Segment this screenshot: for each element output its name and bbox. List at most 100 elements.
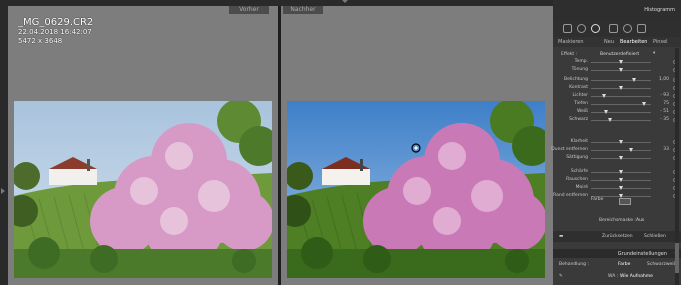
slider-label: Dunst entfernen — [551, 147, 588, 152]
slider-value[interactable]: 75 — [663, 101, 669, 106]
radial-filter-icon[interactable] — [623, 24, 632, 33]
slider-label: Tönung — [571, 67, 588, 72]
slider-row[interactable]: Rand entfernen — [553, 192, 681, 200]
slider-row[interactable]: Lichter - 93 — [553, 92, 681, 100]
mask-action-bar: ▬ Zurücksetzen Schließen — [553, 231, 681, 242]
before-label: Vorher — [229, 6, 269, 14]
wb-select[interactable]: Wie Aufnahme — [620, 274, 653, 279]
wb-eyedropper-icon[interactable]: ✎ — [559, 274, 563, 279]
slider-knob[interactable] — [619, 68, 623, 72]
slider-label: Kontrast — [569, 85, 588, 90]
slider-value[interactable]: 1,00 — [659, 77, 669, 82]
slider-row[interactable]: Tiefen 75 — [553, 100, 681, 108]
file-info-overlay: _MG_0629.CR2 22.04.2018 16:42:07 5472 x … — [18, 17, 93, 46]
mode-brush[interactable]: Pinsel — [653, 39, 668, 45]
before-photo — [14, 101, 272, 278]
left-panel-toggle[interactable] — [0, 0, 8, 285]
slider-label: Moiré — [575, 185, 588, 190]
red-eye-icon[interactable] — [591, 24, 600, 33]
slider-row[interactable]: Klarheit — [553, 138, 681, 146]
wb-label: WA : — [608, 274, 619, 279]
before-view: Vorher _MG_0629.CR2 22.04.2018 16:42:07 … — [8, 6, 278, 285]
crop-icon[interactable] — [563, 24, 572, 33]
slider-track[interactable] — [591, 112, 651, 113]
slider-label: Rauschen — [566, 177, 588, 182]
slider-row[interactable]: Sättigung — [553, 154, 681, 162]
range-mask-select[interactable]: Aus — [636, 218, 644, 223]
tool-strip — [553, 20, 681, 37]
develop-panel: Histogramm Maskieren Neu Bearbeiten Pins… — [551, 0, 681, 285]
slider-knob[interactable] — [619, 86, 623, 90]
chevron-down-icon[interactable]: ▾ — [653, 51, 655, 56]
slider-row[interactable]: Temp. — [553, 58, 681, 66]
slider-value[interactable]: - 51 — [660, 109, 669, 114]
slider-track[interactable] — [591, 120, 651, 121]
slider-track[interactable] — [591, 80, 651, 81]
slider-track[interactable] — [591, 150, 651, 151]
scrollbar-thumb[interactable] — [675, 243, 679, 273]
file-name: _MG_0629.CR2 — [18, 17, 94, 28]
mode-new[interactable]: Neu — [604, 39, 614, 45]
slider-row[interactable]: Schwarz - 35 — [553, 116, 681, 124]
slider-knob[interactable] — [641, 102, 646, 106]
slider-knob[interactable] — [632, 78, 637, 82]
basic-section-header[interactable]: Grundeinstellungen ◂ — [553, 249, 681, 258]
treatment-bw-option[interactable]: Schwarzweiß — [647, 262, 676, 267]
slider-label: Temp. — [574, 59, 588, 64]
histogram-title: Histogramm — [644, 7, 675, 13]
slider-value[interactable]: - 35 — [660, 117, 669, 122]
slider-label: Rand entfernen — [553, 193, 588, 198]
treatment-color-option[interactable]: Farbe — [618, 262, 630, 267]
effect-preset-select[interactable]: Benutzerdefiniert — [600, 52, 639, 57]
slider-knob[interactable] — [608, 118, 613, 122]
slider-knob[interactable] — [619, 186, 623, 190]
slider-knob[interactable] — [628, 148, 633, 152]
mode-mask[interactable]: Maskieren — [558, 39, 584, 45]
slider-label: Sättigung — [566, 155, 588, 160]
spot-removal-icon[interactable] — [577, 24, 586, 33]
slider-label: Lichter — [572, 93, 588, 98]
mask-mode-bar: Maskieren Neu Bearbeiten Pinsel — [553, 37, 681, 47]
slider-row[interactable]: Kontrast — [553, 84, 681, 92]
slider-label: Klarheit — [570, 139, 588, 144]
mask-toggle-icon[interactable]: ▬ — [559, 234, 563, 239]
treatment-label: Behandlung : — [559, 262, 589, 267]
slider-row[interactable]: Rauschen — [553, 176, 681, 184]
slider-knob[interactable] — [619, 156, 623, 160]
basic-section-title: Grundeinstellungen — [617, 251, 667, 257]
slider-row[interactable]: Tönung — [553, 66, 681, 74]
slider-row[interactable]: Dunst entfernen 33 — [551, 146, 681, 154]
color-swatch[interactable] — [619, 198, 631, 205]
slider-row[interactable]: Moiré — [553, 184, 681, 192]
slider-knob[interactable] — [619, 170, 623, 174]
slider-knob[interactable] — [619, 60, 623, 64]
slider-row[interactable]: Belichtung 1,00 — [553, 76, 681, 84]
slider-row[interactable]: Weiß - 51 — [553, 108, 681, 116]
after-view: Nachher — [281, 6, 553, 285]
image-dimensions: 5472 x 3648 — [18, 37, 63, 45]
capture-datetime: 22.04.2018 16:42:07 — [18, 28, 92, 36]
collapse-top-icon[interactable] — [342, 0, 348, 3]
slider-knob[interactable] — [602, 94, 607, 98]
slider-track[interactable] — [591, 96, 651, 97]
slider-value[interactable]: 33 — [663, 147, 669, 152]
histogram-header: Histogramm — [553, 0, 681, 20]
slider-knob[interactable] — [619, 178, 623, 182]
after-photo[interactable] — [287, 101, 545, 278]
slider-label: Schwarz — [569, 117, 588, 122]
slider-value[interactable]: - 93 — [660, 93, 669, 98]
slider-row[interactable]: Schärfe — [553, 168, 681, 176]
slider-knob[interactable] — [619, 140, 623, 144]
slider-label: Weiß — [576, 109, 588, 114]
adjustment-brush-icon[interactable] — [637, 24, 646, 33]
mode-edit[interactable]: Bearbeiten — [620, 39, 647, 45]
panel-scrollbar[interactable] — [675, 48, 679, 285]
slider-label: Schärfe — [570, 169, 588, 174]
close-button[interactable]: Schließen — [644, 234, 666, 239]
reset-button[interactable]: Zurücksetzen — [602, 234, 633, 239]
graduated-filter-icon[interactable] — [609, 24, 618, 33]
after-label: Nachher — [283, 6, 323, 14]
expand-left-icon[interactable] — [1, 188, 5, 194]
slider-knob[interactable] — [604, 110, 608, 114]
slider-label: Tiefen — [574, 101, 588, 106]
